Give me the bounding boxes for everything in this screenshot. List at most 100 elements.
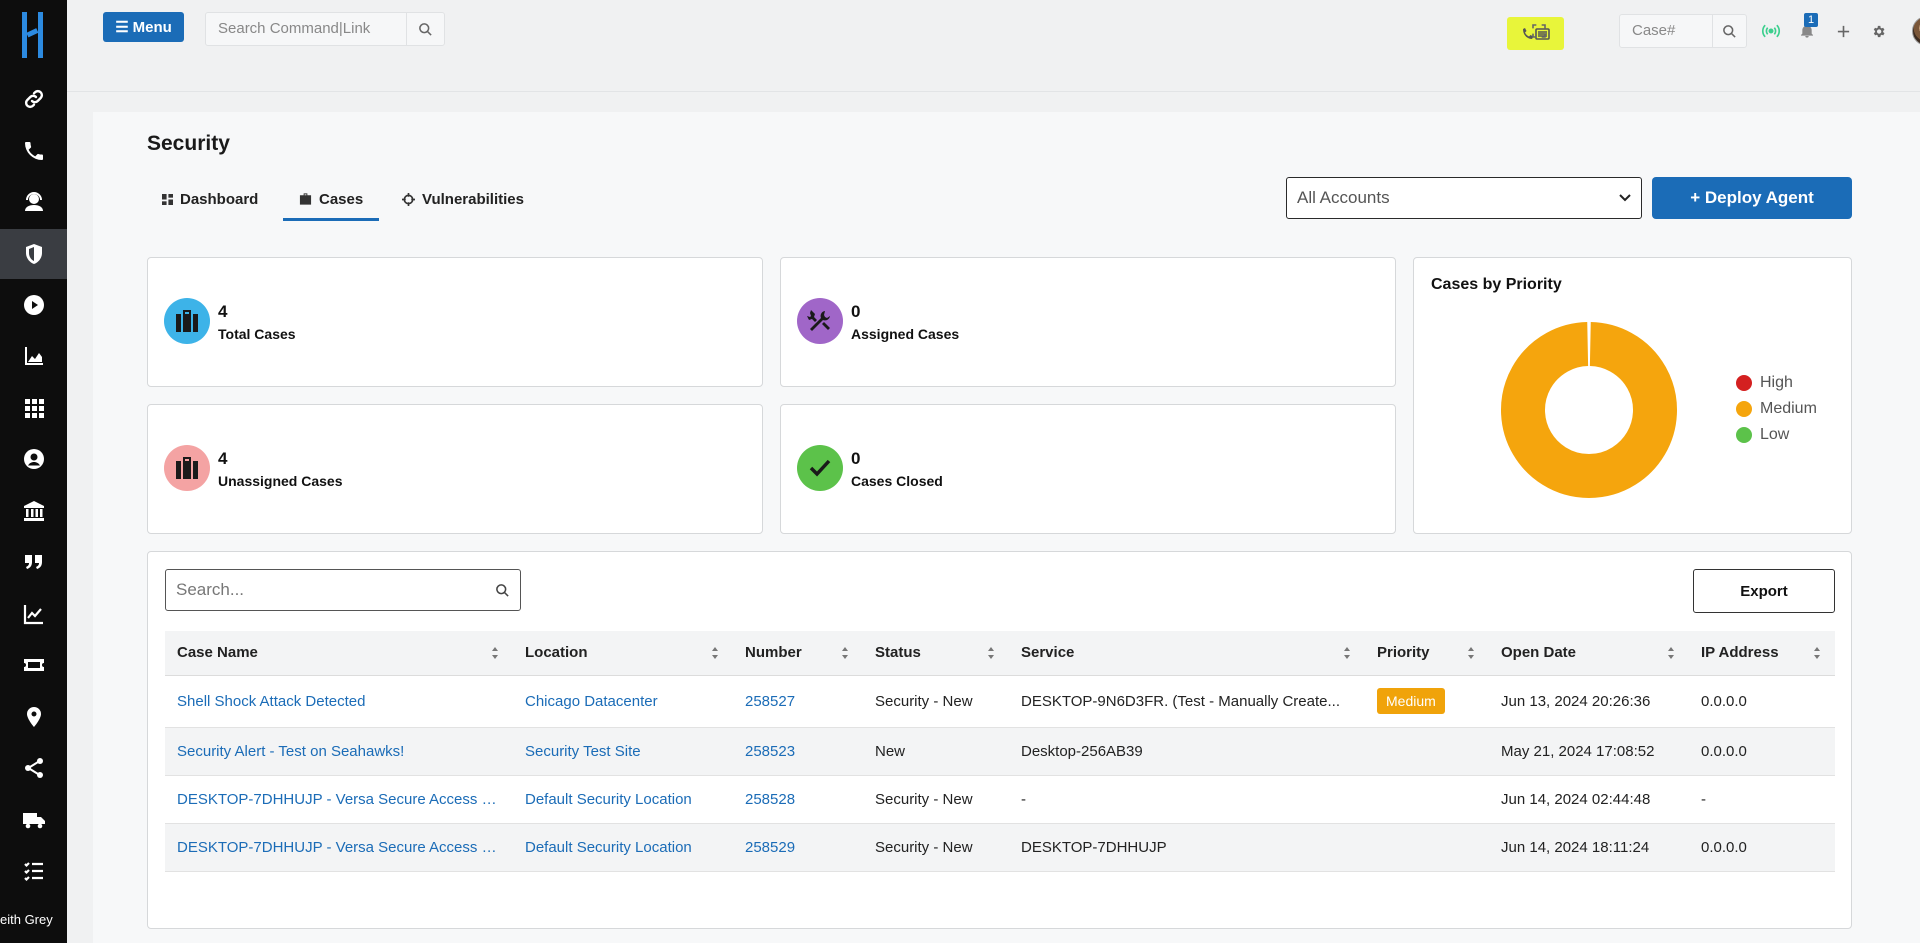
sidebar-item-tickets[interactable]: [0, 640, 67, 690]
priority-badge: Medium: [1377, 688, 1445, 714]
sidebar-item-locations[interactable]: [0, 692, 67, 742]
sort-icon[interactable]: [841, 646, 849, 659]
location-link[interactable]: Default Security Location: [513, 823, 733, 872]
cases-search[interactable]: Search...: [165, 569, 521, 611]
play-icon: [23, 295, 44, 315]
tab-dashboard[interactable]: Dashboard: [162, 184, 258, 214]
legend-swatch-medium: [1736, 401, 1752, 417]
case-name-link[interactable]: Security Alert - Test on Seahawks!: [165, 727, 513, 776]
sidebar-item-tasks[interactable]: [0, 846, 67, 896]
column-header[interactable]: Location: [513, 631, 733, 676]
sidebar-user-name[interactable]: eith Grey: [0, 912, 67, 927]
table-row[interactable]: DESKTOP-7DHHUJP - Versa Secure Access El…: [165, 823, 1835, 872]
sidebar-item-finance[interactable]: [0, 486, 67, 536]
gear-icon: [1873, 25, 1884, 37]
sidebar-item-links[interactable]: [0, 74, 67, 124]
stat-card-assigned: 0 Assigned Cases: [780, 257, 1396, 387]
sidebar-item-quotes[interactable]: [0, 537, 67, 587]
location-link[interactable]: Security Test Site: [513, 727, 733, 776]
sidebar-item-media[interactable]: [0, 280, 67, 330]
checkmark-icon: [809, 459, 831, 477]
hamburger-icon: ☰: [115, 19, 129, 36]
sidebar-item-analytics[interactable]: [0, 331, 67, 381]
priority-donut-chart: [1501, 322, 1677, 498]
open-date-cell: Jun 14, 2024 18:11:24: [1489, 823, 1689, 872]
sidebar-item-security[interactable]: [0, 229, 67, 279]
sidebar-item-phone[interactable]: [0, 126, 67, 176]
fullscreen-button[interactable]: [1527, 19, 1551, 43]
command-search-button[interactable]: [406, 13, 444, 45]
case-search-input[interactable]: Case#: [1620, 15, 1712, 47]
briefcase-icon: [299, 193, 312, 205]
broadcast-button[interactable]: [1759, 19, 1783, 43]
truck-icon: [22, 813, 45, 829]
sidebar-item-shipping[interactable]: [0, 795, 67, 845]
add-button[interactable]: [1831, 19, 1855, 43]
shield-icon: [25, 244, 42, 264]
sort-icon[interactable]: [987, 646, 995, 659]
sort-icon[interactable]: [711, 646, 719, 659]
column-header-label: Number: [745, 644, 802, 662]
ip-address-cell: 0.0.0.0: [1689, 675, 1835, 728]
settings-button[interactable]: [1866, 19, 1890, 43]
table-row[interactable]: Shell Shock Attack Detected Chicago Datac…: [165, 675, 1835, 728]
column-header[interactable]: Case Name: [165, 631, 513, 676]
sidebar-item-profile[interactable]: [0, 434, 67, 484]
column-header-label: Priority: [1377, 644, 1430, 662]
sort-icon[interactable]: [491, 646, 499, 659]
sidebar-item-reports[interactable]: [0, 589, 67, 639]
cases-search-input[interactable]: Search...: [176, 580, 495, 600]
case-name-link[interactable]: DESKTOP-7DHHUJP - Versa Secure Access El…: [165, 775, 513, 824]
case-number-link[interactable]: 258529: [733, 823, 863, 872]
checklist-icon: [23, 862, 43, 882]
priority-cell: [1365, 775, 1489, 824]
account-select[interactable]: All Accounts: [1286, 177, 1642, 219]
tab-cases[interactable]: Cases: [282, 184, 380, 221]
chart-legend: High Medium Low: [1736, 370, 1817, 448]
status-cell: New: [863, 727, 1009, 776]
case-search[interactable]: Case#: [1619, 14, 1747, 48]
tab-vulnerabilities[interactable]: Vulnerabilities: [402, 184, 524, 214]
column-header[interactable]: Service: [1009, 631, 1365, 676]
deploy-agent-button[interactable]: + Deploy Agent: [1652, 177, 1852, 219]
share-icon: [24, 758, 43, 778]
column-header[interactable]: Number: [733, 631, 863, 676]
user-avatar[interactable]: [1912, 16, 1920, 46]
notification-count-badge: 1: [1804, 13, 1819, 27]
sidebar-item-share[interactable]: [0, 743, 67, 793]
column-header[interactable]: Open Date: [1489, 631, 1689, 676]
menu-button[interactable]: ☰ Menu: [103, 12, 184, 42]
column-header[interactable]: Status: [863, 631, 1009, 676]
open-date-cell: Jun 14, 2024 02:44:48: [1489, 775, 1689, 824]
sort-icon[interactable]: [1343, 646, 1351, 659]
case-number-link[interactable]: 258528: [733, 775, 863, 824]
location-link[interactable]: Default Security Location: [513, 775, 733, 824]
sidebar-item-support[interactable]: [0, 177, 67, 227]
case-number-link[interactable]: 258523: [733, 727, 863, 776]
case-search-button[interactable]: [1712, 15, 1746, 47]
export-button[interactable]: Export: [1693, 569, 1835, 613]
case-number-link[interactable]: 258527: [733, 675, 863, 728]
column-header[interactable]: Priority: [1365, 631, 1489, 676]
command-search[interactable]: Search Command|Link: [205, 12, 445, 46]
stat-assigned-icon-wrap: [797, 298, 843, 344]
sidebar-item-apps[interactable]: [0, 383, 67, 433]
cases-table-card: Search... Export Case Name Location Number…: [147, 551, 1852, 929]
table-row[interactable]: Security Alert - Test on Seahawks! Securi…: [165, 727, 1835, 776]
service-cell: -: [1009, 775, 1365, 824]
location-link[interactable]: Chicago Datacenter: [513, 675, 733, 728]
sort-icon[interactable]: [1467, 646, 1475, 659]
service-cell: DESKTOP-9N6D3FR. (Test - Manually Create…: [1009, 675, 1365, 728]
case-name-link[interactable]: Shell Shock Attack Detected: [165, 675, 513, 728]
stat-total-label: Total Cases: [218, 326, 296, 342]
case-name-link[interactable]: DESKTOP-7DHHUJP - Versa Secure Access El…: [165, 823, 513, 872]
sort-icon[interactable]: [1813, 646, 1821, 659]
command-search-input[interactable]: Search Command|Link: [206, 13, 406, 45]
sort-icon[interactable]: [1667, 646, 1675, 659]
table-row[interactable]: DESKTOP-7DHHUJP - Versa Secure Access El…: [165, 775, 1835, 824]
legend-label-low: Low: [1760, 426, 1790, 443]
main-content: Security Dashboard Cases Vulnerabilities…: [93, 112, 1920, 943]
legend-item-low: Low: [1736, 422, 1817, 448]
area-chart-icon: [24, 347, 43, 365]
column-header[interactable]: IP Address: [1689, 631, 1835, 676]
